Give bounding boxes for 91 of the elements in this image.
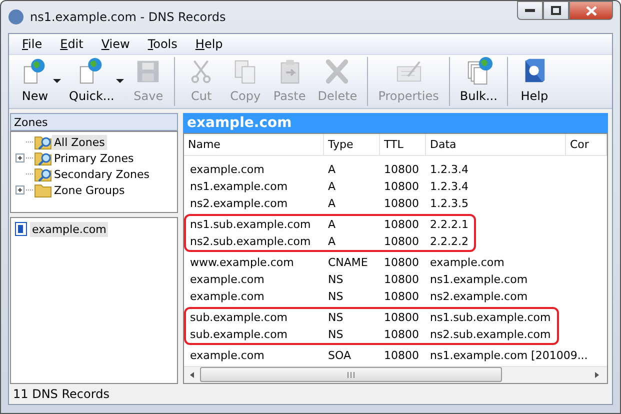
table-cell-text: ns1.example.com	[189, 180, 289, 193]
table-cell-text: NS	[327, 272, 344, 286]
menu-item[interactable]: File	[13, 37, 52, 51]
table-cell-text: ns1.example.com	[429, 272, 528, 286]
table-cell-text: 1.2.3.4	[429, 180, 468, 193]
column-header[interactable]: Name	[184, 134, 324, 155]
menu-item[interactable]: Tools	[138, 37, 186, 51]
table-cell-text: ns2.example.com	[189, 196, 289, 210]
tree-connector-line	[26, 189, 34, 191]
expand-icon[interactable]	[15, 152, 26, 164]
table-cell-text: example.com	[189, 348, 266, 362]
table-cell-text: 10800	[383, 272, 420, 286]
close-icon	[586, 6, 596, 16]
table-cell-text: A	[327, 180, 337, 193]
table-cell-text: 10800	[383, 310, 420, 324]
menu-item[interactable]: View	[92, 37, 139, 51]
zone-header: example.com	[183, 113, 608, 133]
table-cell-text: 1.2.3.5	[429, 196, 468, 210]
window-title: ns1.example.com - DNS Records	[30, 10, 227, 24]
table-cell-text: A	[327, 234, 337, 248]
table-cell-text: ns2.sub.example.com	[189, 234, 312, 248]
menu-item[interactable]: Help	[186, 37, 232, 51]
toolbar-button[interactable]: Quick...	[63, 57, 120, 106]
column-header[interactable]: TTL	[380, 134, 426, 155]
table-cell-text: 2.2.2.2	[429, 234, 468, 248]
table-cell-text: ns2.example.com	[429, 290, 528, 303]
table-cell-text: example.com	[189, 162, 266, 176]
folder-search-icon	[34, 166, 52, 182]
maximize-button[interactable]	[543, 1, 569, 20]
dropdown-caret-icon[interactable]	[53, 79, 61, 84]
minimize-button[interactable]	[517, 1, 543, 20]
table-cell-text: 10800	[383, 234, 420, 248]
table-cell-text: A	[327, 196, 337, 210]
table-cell-text: ns2.sub.example.com	[429, 328, 551, 341]
table-cell-text: example.com	[189, 290, 266, 303]
column-header[interactable]: Type	[324, 134, 380, 155]
table-cell-text: CNAME	[327, 256, 369, 269]
toolbar-button[interactable]: Help	[512, 57, 556, 106]
dropdown-caret-icon[interactable]	[116, 79, 124, 84]
toolbar-button[interactable]: Bulk...	[454, 57, 504, 106]
table-cell-text: ns1.sub.example.com	[189, 218, 312, 231]
tree-item[interactable]: Primary Zones	[52, 150, 136, 166]
grip-icon	[347, 372, 355, 378]
table-cell-text: 10800	[383, 162, 420, 176]
close-button[interactable]	[569, 1, 613, 20]
table-cell-text: sub.example.com	[189, 328, 289, 341]
status-text: 11 DNS Records	[13, 387, 110, 401]
table-cell-text: 2.2.2.1	[429, 218, 468, 231]
table-cell-text: sub.example.com	[189, 310, 289, 324]
table-cell-text: NS	[327, 290, 344, 303]
zone-item[interactable]: example.com	[30, 222, 108, 236]
table-cell-text: 10800	[383, 348, 420, 362]
table-cell-text: ns1.sub.example.com	[429, 310, 551, 324]
scroll-left-icon[interactable]	[188, 370, 196, 379]
table-cell-text: A	[327, 162, 337, 176]
minimize-icon	[525, 8, 535, 12]
table-cell-text: 10800	[383, 328, 420, 341]
table-cell-text: 1.2.3.4	[429, 162, 468, 176]
tree-item[interactable]: Secondary Zones	[52, 166, 152, 182]
folder-search-icon	[34, 134, 52, 150]
toolbar-button[interactable]: New	[13, 57, 57, 106]
zone-file-icon	[15, 222, 27, 236]
table-cell-text: NS	[327, 328, 344, 341]
app-icon	[8, 9, 24, 25]
table-cell-text: 10800	[383, 290, 420, 303]
maximize-icon	[551, 6, 561, 15]
table-cell-text: A	[327, 218, 337, 231]
tree-connector-line	[26, 173, 34, 175]
table-cell-text: example.com	[189, 272, 266, 286]
scroll-right-icon[interactable]	[593, 370, 601, 379]
tree-item[interactable]: Zone Groups	[52, 182, 127, 198]
tree-item[interactable]: All Zones	[52, 134, 107, 150]
column-header[interactable]: Data	[426, 134, 566, 155]
menu-item[interactable]: Edit	[51, 37, 92, 51]
folder-search-icon	[34, 150, 52, 166]
expand-icon[interactable]	[15, 184, 26, 196]
tree-connector-line	[26, 157, 34, 159]
pane-header: Zones	[10, 113, 178, 131]
table-cell-text: SOA	[327, 348, 352, 362]
table-cell-text: www.example.com	[189, 256, 295, 269]
table-cell-text: 10800	[383, 218, 420, 231]
column-header[interactable]: Cor	[566, 134, 607, 155]
table-cell-text: example.com	[429, 256, 506, 269]
horizontal-scrollbar[interactable]	[184, 366, 607, 383]
table-cell-text: 10800	[383, 256, 420, 269]
table-cell-text: NS	[327, 310, 344, 324]
folder-icon	[34, 182, 52, 198]
table-cell-text: 10800	[383, 180, 420, 193]
table-cell-text: ns1.example.com [201009...	[429, 348, 588, 362]
tree-connector-line	[26, 141, 34, 143]
table-cell-text: 10800	[383, 196, 420, 210]
